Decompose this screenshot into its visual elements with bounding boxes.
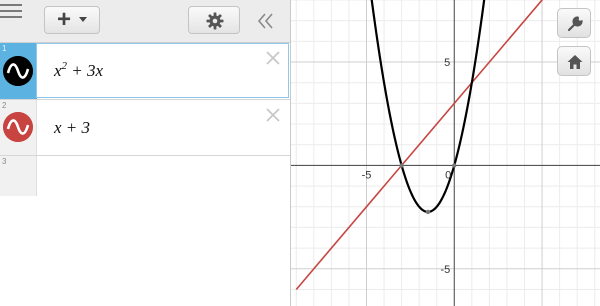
x-tick-label: 0 — [445, 169, 451, 181]
y-tick-label: -5 — [440, 264, 450, 276]
close-icon[interactable] — [264, 106, 282, 124]
x-tick-label: -5 — [362, 169, 372, 181]
expression-icon-cell: 2 — [0, 100, 37, 155]
expression-toolbar: + — [0, 0, 290, 43]
gear-icon — [206, 12, 224, 30]
intersection-point — [425, 209, 431, 215]
graph-toggle-icon[interactable] — [3, 56, 33, 86]
expression-icon-cell: 3 — [0, 156, 37, 196]
minor-gridlines — [291, 0, 600, 306]
expression-index: 1 — [2, 44, 7, 53]
default-viewport-button[interactable] — [557, 46, 591, 76]
expression-row-3[interactable]: 3 — [0, 156, 290, 196]
wrench-icon — [567, 16, 583, 32]
intersection-point — [399, 163, 404, 168]
graph-toggle-icon[interactable] — [3, 112, 33, 142]
plus-icon: + — [57, 6, 72, 33]
expression-row-2[interactable]: 2 x + 3 — [0, 100, 290, 156]
add-item-button[interactable]: + — [44, 6, 100, 34]
graph-canvas[interactable]: -5 0 5 -5 — [291, 0, 600, 306]
home-icon — [567, 55, 583, 69]
major-gridlines — [291, 0, 600, 306]
expression-focus-outline — [36, 43, 289, 98]
expression-index: 2 — [2, 101, 7, 110]
intersection-point — [452, 163, 457, 168]
expression-icon-cell: 1 — [0, 43, 37, 99]
expression-input-2[interactable]: x + 3 — [54, 118, 90, 138]
settings-button[interactable] — [188, 6, 240, 34]
y-tick-label: 5 — [444, 57, 450, 69]
chevron-down-icon — [79, 17, 87, 22]
graph-settings-button[interactable] — [557, 8, 591, 38]
expression-index: 3 — [2, 157, 7, 166]
double-chevron-left-icon[interactable] — [255, 10, 277, 32]
hamburger-menu-icon[interactable] — [0, 4, 22, 24]
expression-panel: + 1 x2 + 3x 2 x + 3 3 — [0, 0, 291, 306]
desmos-app: + 1 x2 + 3x 2 x + 3 3 -5 0 5 -5 — [0, 0, 600, 306]
